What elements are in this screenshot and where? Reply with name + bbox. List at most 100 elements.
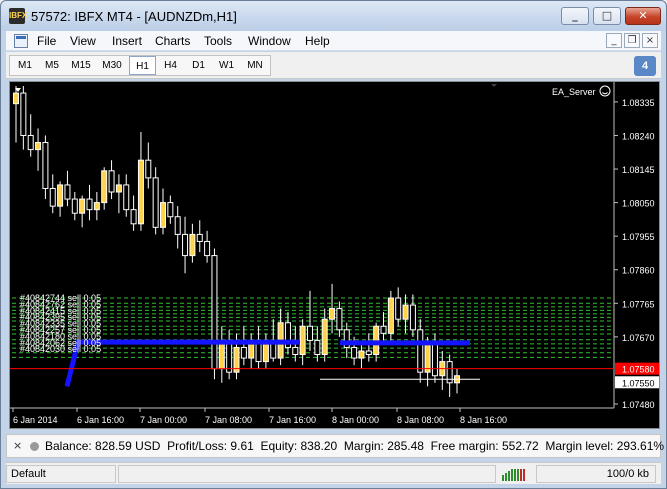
price-label: 1.07765 [622,299,655,309]
close-icon[interactable]: × [13,439,22,452]
window-title: 57572: IBFX MT4 - [AUDNZDm,H1] [31,9,237,24]
candle-body [93,202,100,211]
tf-mn-button[interactable]: MN [241,56,269,75]
candle-body [314,339,321,356]
candle-body [417,329,424,373]
menu-file[interactable]: File [37,34,56,48]
price-label: 1.08335 [622,98,655,108]
traffic-status: 100/0 kb [536,465,656,483]
candle-body [387,297,394,334]
price-label: 1.07860 [622,266,655,276]
margin-value: Margin: 285.48 [343,439,424,453]
candle-body [395,297,402,320]
candle-body [167,202,174,218]
tf-m30-button[interactable]: M30 [97,56,127,75]
candle-body [20,92,27,136]
candle-body [351,346,358,359]
expert-name-label: EA_Server [552,87,596,97]
tf-h4-button[interactable]: H4 [157,56,184,75]
price-label: 1.08145 [622,165,655,175]
candle-body [174,216,181,235]
menu-charts[interactable]: Charts [155,34,190,48]
candle-body [211,255,218,370]
candle-body [321,318,328,356]
time-label: 7 Jan 16:00 [269,415,316,425]
tf-w1-button[interactable]: W1 [213,56,240,75]
menu-insert[interactable]: Insert [112,34,142,48]
menu-window[interactable]: Window [248,34,291,48]
chart-window[interactable]: #40842744 sell 0.05 #40842762 sell 0.05 #4… [9,81,660,429]
tf-m5-button[interactable]: M5 [39,56,65,75]
candle-body [196,233,203,242]
candle-body [101,170,108,204]
mailbox-badge[interactable]: 4 [634,56,656,76]
connection-bars-icon [502,467,530,481]
chart-window-icon[interactable] [14,34,28,48]
mdi-restore-button[interactable]: ❐ [624,33,640,48]
candle-body [152,177,159,228]
tf-m1-button[interactable]: M1 [12,56,38,75]
candle-body [27,134,34,151]
menu-view[interactable]: View [70,34,96,48]
time-label: 6 Jan 16:00 [77,415,124,425]
candle-body [71,198,78,214]
mdi-close-button[interactable]: × [642,33,658,48]
time-label: 8 Jan 00:00 [332,415,379,425]
close-button[interactable]: ✕ [625,7,661,25]
candle-body [57,184,64,207]
candle-body [64,184,71,200]
price-label: 1.07670 [622,333,655,343]
candle-body [431,343,438,377]
terminal-window: IBFX 57572: IBFX MT4 - [AUDNZDm,H1] _ □ … [0,0,667,489]
price-label: 1.07480 [622,400,655,410]
candle-body [35,142,42,151]
candle-body [204,240,211,257]
maximize-button[interactable]: □ [593,7,621,25]
time-label: 7 Jan 08:00 [205,415,252,425]
time-label: 8 Jan 16:00 [460,415,507,425]
equity-value: Equity: 838.20 [260,439,338,453]
candle-body [358,350,365,359]
account-status-bar: × Balance: 828.59 USD Profit/Loss: 9.61 … [6,434,664,458]
price-label: 1.07550 [622,378,655,388]
balance-value: Balance: 828.59 USD [45,439,161,453]
minimize-button[interactable]: _ [561,7,589,25]
app-icon: IBFX [9,8,27,24]
menu-help[interactable]: Help [305,34,330,48]
tf-d1-button[interactable]: D1 [185,56,212,75]
title-bar[interactable]: IBFX 57572: IBFX MT4 - [AUDNZDm,H1] _ □ … [1,1,666,31]
price-label: 1.08050 [622,199,655,209]
mdi-minimize-button[interactable]: _ [606,33,622,48]
free-margin-value: Free margin: 552.72 [430,439,539,453]
candle-body [42,142,49,189]
candle-body [137,159,144,225]
candle-body [240,346,247,359]
tf-m15-button[interactable]: M15 [66,56,96,75]
connection-dot-icon [30,442,39,451]
menu-bar: File View Insert Charts Tools Window Hel… [6,31,661,51]
price-label: 1.08240 [622,131,655,141]
profile-status[interactable]: Default [6,465,116,483]
price-label: 1.07955 [622,232,655,242]
candle-body [49,187,56,207]
tf-h1-button[interactable]: H1 [129,56,156,75]
profit-value: Profit/Loss: 9.61 [167,439,254,453]
timeframe-group: M1 M5 M15 M30 H1 H4 D1 W1 MN [9,55,271,76]
candle-body [329,308,336,320]
candle-body [409,304,416,331]
candle-body [336,308,343,331]
price-chart[interactable]: #40842744 sell 0.05#40842762 sell 0.05#4… [10,82,659,428]
candle-body [145,159,152,179]
candle-body [130,209,137,225]
time-label: 8 Jan 08:00 [397,415,444,425]
candle-body [380,325,387,334]
candle-body [13,92,19,105]
candle-body [402,304,409,320]
menu-tools[interactable]: Tools [204,34,232,48]
candle-body [115,184,122,193]
time-label: 7 Jan 00:00 [140,415,187,425]
candle-body [182,233,189,257]
status-bar: Default 100/0 kb [6,462,661,484]
time-label: 6 Jan 2014 [13,415,58,425]
candle-body [189,233,196,257]
